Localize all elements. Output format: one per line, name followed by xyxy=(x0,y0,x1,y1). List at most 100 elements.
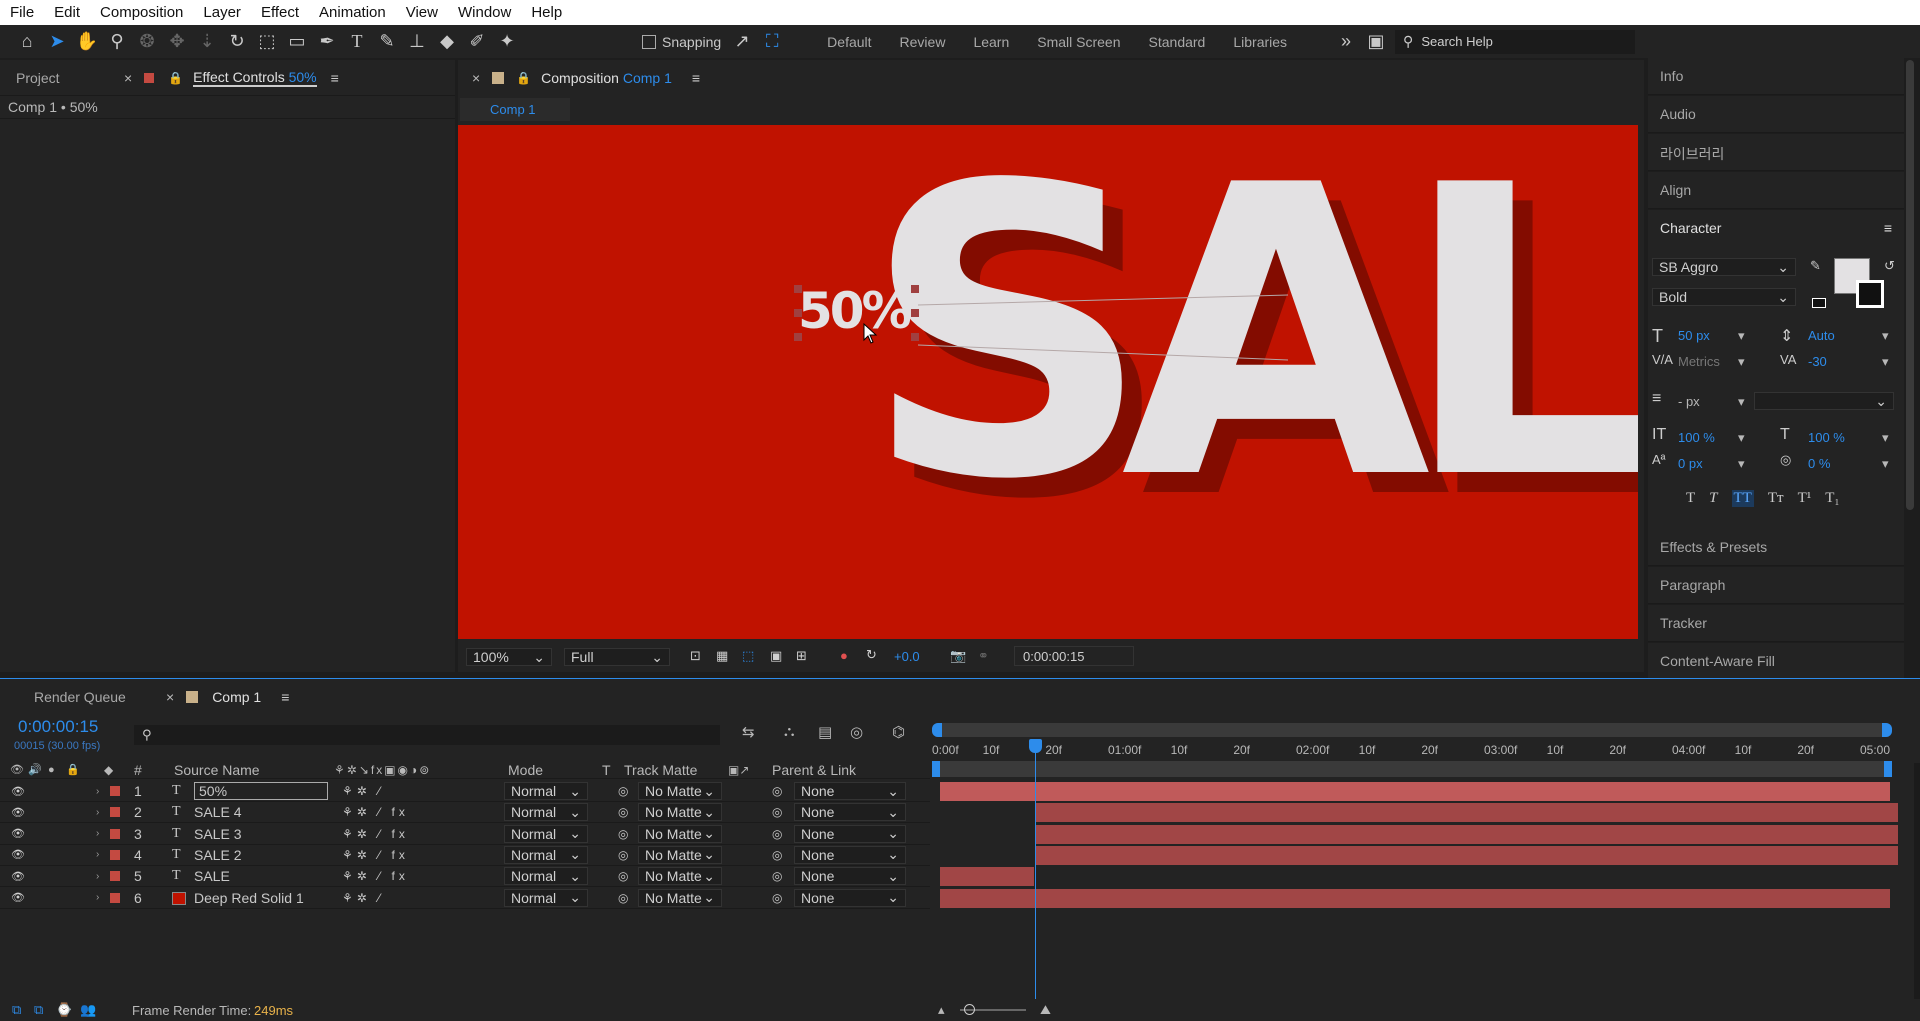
chevron-down-icon[interactable]: ▾ xyxy=(1882,328,1889,344)
superscript-icon[interactable]: T¹ xyxy=(1798,490,1812,507)
table-row[interactable]: 👁 › 6 Deep Red Solid 1 ⚘✲ ⁄ Normal ⌄ ◎ No Matte… xyxy=(0,888,930,909)
expand-chevron-icon[interactable]: › xyxy=(96,871,99,882)
layer-duration-bar[interactable] xyxy=(940,867,1034,887)
pick-whip-icon[interactable]: ◎ xyxy=(772,784,782,798)
work-area-start-handle[interactable] xyxy=(932,723,942,737)
work-area-bar[interactable] xyxy=(932,723,1892,737)
toggle-duration-icon[interactable]: ⌚ xyxy=(56,1002,72,1018)
stroke-style-dropdown[interactable]: ⌄ xyxy=(1754,392,1894,410)
snapshot-icon[interactable]: 📷 xyxy=(950,648,966,664)
track-matte-header[interactable]: Track Matte xyxy=(624,762,697,778)
panel-info[interactable]: Info xyxy=(1648,58,1904,95)
pen-tool-icon[interactable]: ✒ xyxy=(312,28,342,56)
tsume-value[interactable]: 0 % xyxy=(1808,456,1830,471)
stroke-width-value[interactable]: - px xyxy=(1678,394,1700,409)
snapping-checkbox[interactable] xyxy=(642,34,656,49)
exposure-value[interactable]: +0.0 xyxy=(894,649,920,664)
toggle-switches-icon[interactable]: ⧉ xyxy=(12,1002,21,1018)
preserve-transparency-icon[interactable]: ◎ xyxy=(618,827,628,841)
timeline-menu-icon[interactable]: ≡ xyxy=(281,689,289,705)
type-tool-icon[interactable]: T xyxy=(342,28,372,56)
workspace-default[interactable]: Default xyxy=(827,34,871,50)
track-matte-dropdown[interactable]: No Matte ⌄ xyxy=(638,782,722,800)
preserve-transparency-icon[interactable]: ◎ xyxy=(618,805,628,819)
layer-name[interactable]: SALE xyxy=(194,868,230,884)
color-channel-icon[interactable]: ● xyxy=(840,648,848,663)
frame-blending-icon[interactable]: ▤ xyxy=(818,723,832,741)
eye-icon[interactable]: 👁 xyxy=(11,827,25,840)
track-matte-dropdown[interactable]: No Matte ⌄ xyxy=(638,888,722,907)
snapping-toggle[interactable]: Snapping xyxy=(642,34,721,50)
vertical-scale-value[interactable]: 100 % xyxy=(1678,430,1715,445)
layer-label-color[interactable] xyxy=(110,892,120,903)
character-menu-icon[interactable]: ≡ xyxy=(1884,220,1892,236)
parent-link-header[interactable]: Parent & Link xyxy=(772,762,856,778)
panel-tracker[interactable]: Tracker xyxy=(1648,605,1904,642)
layer-switches-icons[interactable]: ⚘✲ ⁄ fx xyxy=(342,869,409,883)
layer-name[interactable]: 50% xyxy=(194,782,328,800)
track-matte-dropdown[interactable]: No Matte ⌄ xyxy=(638,845,722,864)
table-row[interactable]: 👁 › 3 T SALE 3 ⚘✲ ⁄ fx Normal ⌄ ◎ No Matte ⌄ ◎ None ⌄ xyxy=(0,824,930,845)
layer-name[interactable]: SALE 4 xyxy=(194,804,241,820)
font-family-dropdown[interactable]: SB Aggro ⌄ xyxy=(1652,258,1796,276)
table-row[interactable]: 👁 › 1 T 50% ⚘✲ ⁄ Normal ⌄ ◎ No Matte ⌄ ◎ None ⌄ xyxy=(0,781,930,802)
preserve-transparency-icon[interactable]: ◎ xyxy=(618,848,628,862)
chevron-down-icon[interactable]: ▾ xyxy=(1738,328,1745,344)
anchor-tool-icon[interactable]: ⬚ xyxy=(252,28,282,56)
layer-switches-icons[interactable]: ⚘✲ ⁄ xyxy=(342,784,384,798)
table-row[interactable]: 👁 › 5 T SALE ⚘✲ ⁄ fx Normal ⌄ ◎ No Matte ⌄ ◎ None ⌄ xyxy=(0,866,930,888)
menu-help[interactable]: Help xyxy=(521,4,572,21)
blend-mode-dropdown[interactable]: Normal ⌄ xyxy=(504,782,588,800)
workspace-libraries[interactable]: Libraries xyxy=(1233,34,1287,50)
expand-chevron-icon[interactable]: › xyxy=(96,828,99,839)
layer-search-input[interactable]: ⚲ xyxy=(134,725,720,745)
parent-dropdown[interactable]: None ⌄ xyxy=(794,782,906,800)
zoom-slider-thumb[interactable] xyxy=(964,1004,975,1015)
stroke-color-swatch[interactable] xyxy=(1856,280,1884,308)
bbox-handle[interactable] xyxy=(794,285,802,293)
menu-file[interactable]: File xyxy=(0,4,44,21)
horizontal-scale-value[interactable]: 100 % xyxy=(1808,430,1845,445)
layer-name[interactable]: SALE 2 xyxy=(194,847,241,863)
blend-mode-dropdown[interactable]: Normal ⌄ xyxy=(504,845,588,864)
panel-menu-icon[interactable]: ≡ xyxy=(331,70,339,86)
layer-label-color[interactable] xyxy=(110,849,120,860)
parent-dropdown[interactable]: None ⌄ xyxy=(794,803,906,822)
right-panel-scrollbar[interactable] xyxy=(1906,60,1914,510)
table-row[interactable]: 👁 › 4 T SALE 2 ⚘✲ ⁄ fx Normal ⌄ ◎ No Matte ⌄ ◎ None ⌄ xyxy=(0,845,930,866)
rectangle-tool-icon[interactable]: ▭ xyxy=(282,28,312,56)
blend-mode-dropdown[interactable]: Normal ⌄ xyxy=(504,803,588,822)
zoom-dropdown[interactable]: 100% ⌄ xyxy=(466,648,552,666)
pan-tool-icon[interactable]: ✥ xyxy=(162,28,192,56)
preserve-transparency-icon[interactable]: ◎ xyxy=(618,869,628,883)
tab-render-queue[interactable]: Render Queue xyxy=(34,689,144,705)
workspace-overflow-icon[interactable]: » xyxy=(1331,28,1361,56)
timeline-scrollbar[interactable] xyxy=(1914,763,1920,1001)
graph-editor-icon[interactable]: ⌬ xyxy=(892,723,905,741)
playhead-line[interactable] xyxy=(1035,739,1036,1001)
layer-name[interactable]: Deep Red Solid 1 xyxy=(194,890,304,906)
default-color-icon[interactable] xyxy=(1812,298,1826,308)
expand-chevron-icon[interactable]: › xyxy=(96,849,99,860)
layer-duration-bar[interactable] xyxy=(1035,845,1898,865)
clone-stamp-tool-icon[interactable]: ⊥ xyxy=(402,28,432,56)
pick-whip-icon[interactable]: ◎ xyxy=(772,891,782,905)
swap-colors-icon[interactable]: ↺ xyxy=(1884,258,1895,274)
playhead-handle[interactable] xyxy=(1029,739,1042,753)
comp-timecode[interactable]: 0:00:00:15 xyxy=(1014,646,1134,666)
navigator-start-handle[interactable] xyxy=(932,761,940,777)
layer-switches-icons[interactable]: ⚘✲ ⁄ fx xyxy=(342,805,409,819)
panel-align[interactable]: Align xyxy=(1648,172,1904,209)
search-help-input[interactable]: Search Help xyxy=(1421,34,1493,49)
workspace-small-screen[interactable]: Small Screen xyxy=(1037,34,1120,50)
table-row[interactable]: 👁 › 2 T SALE 4 ⚘✲ ⁄ fx Normal ⌄ ◎ No Matte ⌄ ◎ None ⌄ xyxy=(0,802,930,824)
font-style-dropdown[interactable]: Bold ⌄ xyxy=(1652,288,1796,306)
layer-switches-icons[interactable]: ⚘✲ ⁄ fx xyxy=(342,848,409,862)
preserve-transparency-icon[interactable]: ◎ xyxy=(618,784,628,798)
canvas-50-text[interactable]: 50% xyxy=(798,282,914,340)
faux-italic-icon[interactable]: T xyxy=(1709,490,1717,507)
leading-value[interactable]: Auto xyxy=(1808,328,1835,343)
menu-layer[interactable]: Layer xyxy=(193,4,251,21)
eye-icon[interactable]: 👁 xyxy=(11,806,25,819)
pick-whip-icon[interactable]: ◎ xyxy=(772,869,782,883)
